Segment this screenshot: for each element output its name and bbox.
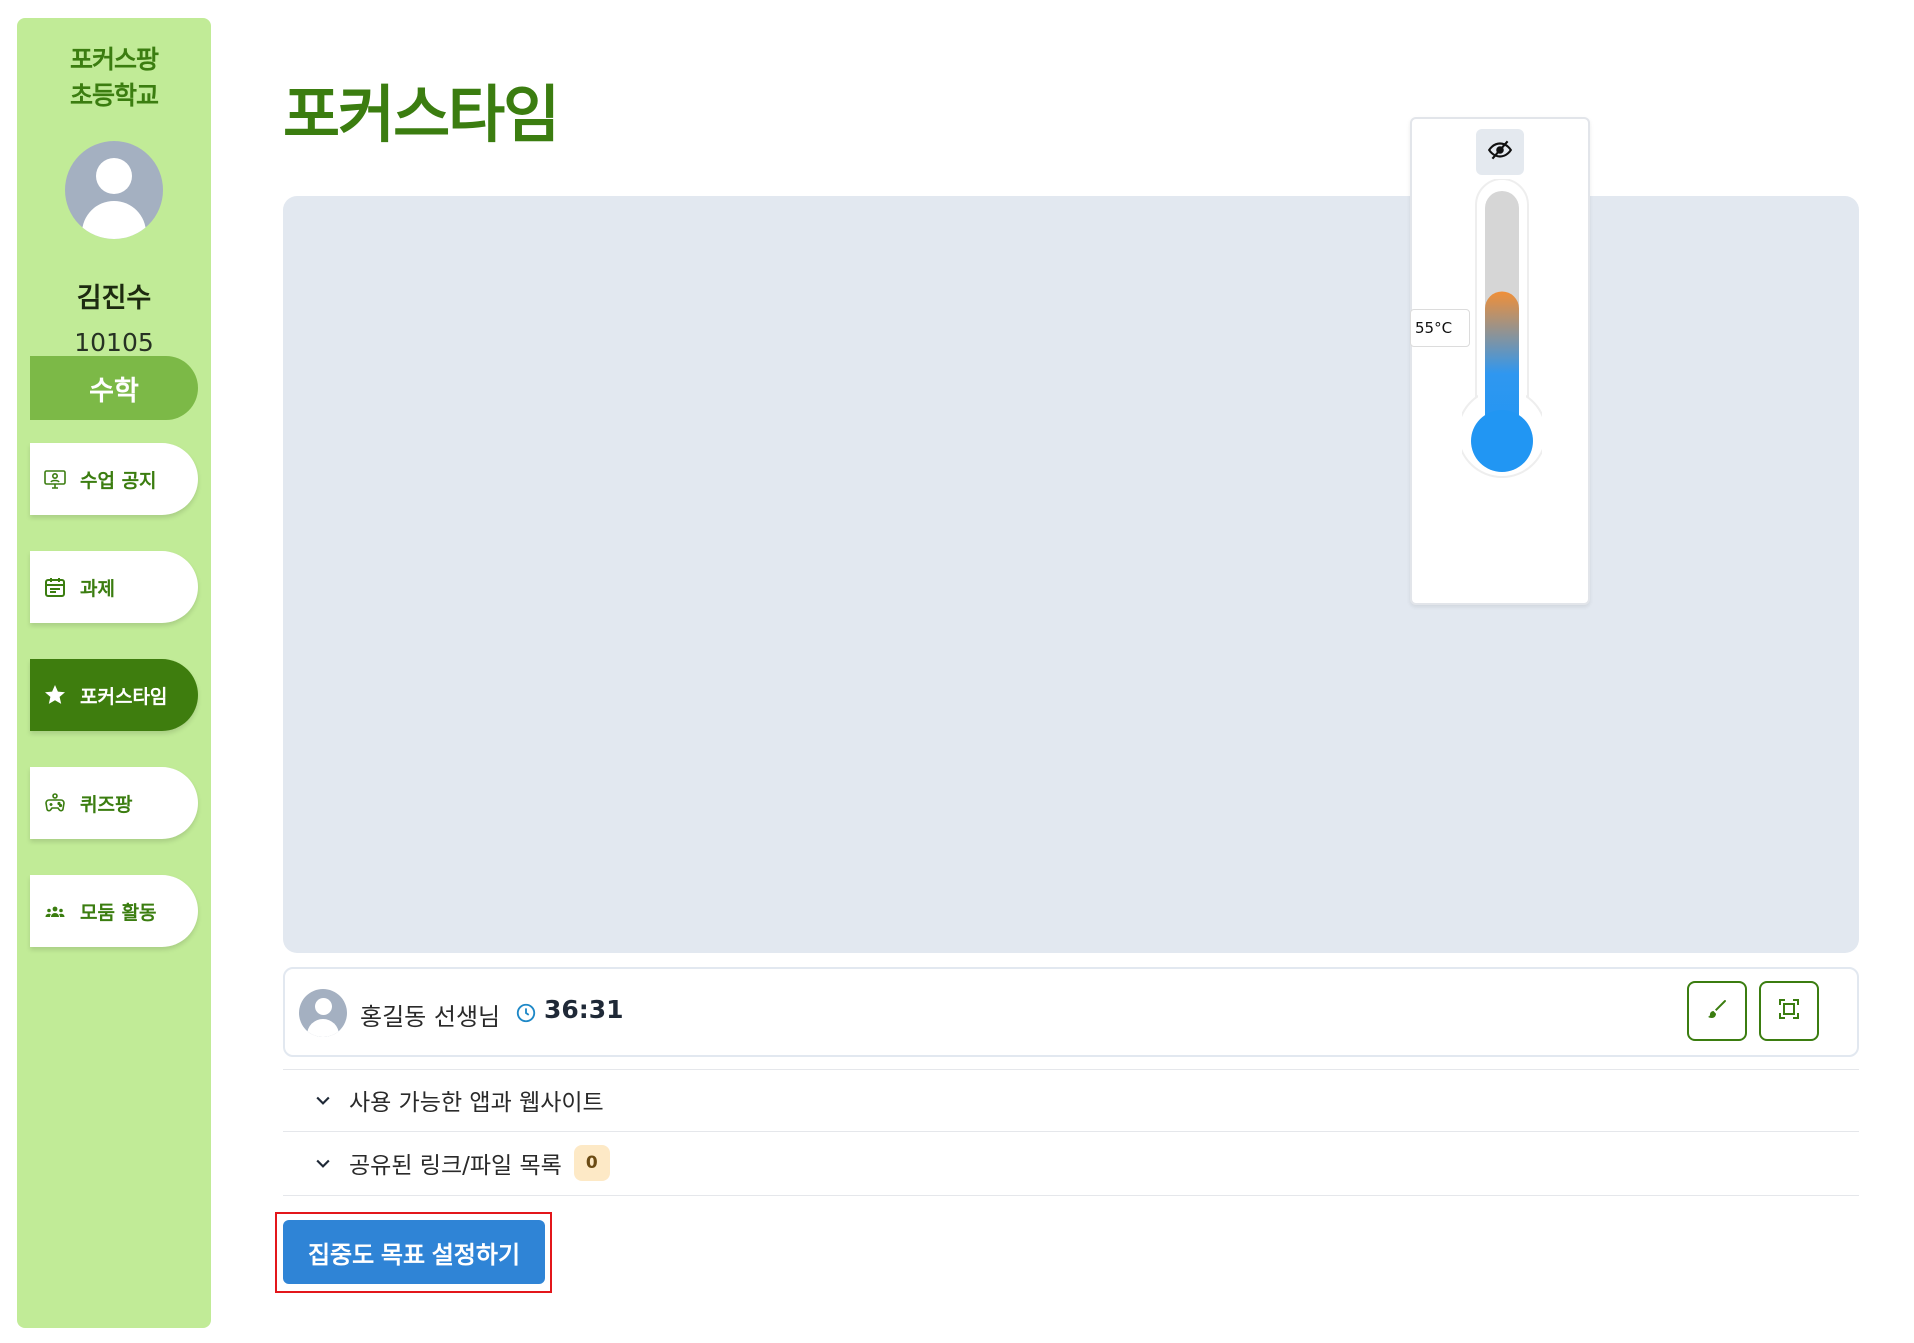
focus-thermometer-card: 55°C	[1410, 117, 1590, 605]
page-title: 포커스타임	[283, 78, 560, 151]
set-focus-goal-button[interactable]: 집중도 목표 설정하기	[283, 1220, 545, 1284]
star-icon	[42, 682, 68, 708]
sidebar-item-quiz[interactable]: 퀴즈팡	[30, 767, 198, 839]
student-avatar	[65, 141, 163, 239]
sidebar-item-label: 모둠 활동	[80, 901, 157, 924]
sidebar: 포커스팡 초등학교 김진수 10105 수학 수업 공지 과제 포커스타임 퀴즈…	[17, 18, 211, 1328]
fullscreen-icon	[1777, 997, 1801, 1025]
shared-links-count-badge: 0	[573, 1145, 610, 1181]
school-name-line2: 초등학교	[69, 81, 159, 110]
sidebar-item-label: 과제	[80, 577, 115, 600]
clock-icon	[515, 1002, 537, 1024]
teacher-info-bar: 홍길동 선생님 36:31	[283, 967, 1859, 1057]
fullscreen-button[interactable]	[1759, 981, 1819, 1041]
sidebar-item-label: 포커스타임	[80, 685, 168, 708]
draw-button[interactable]	[1687, 981, 1747, 1041]
school-name: 포커스팡 초등학교	[17, 42, 211, 114]
school-name-line1: 포커스팡	[69, 45, 159, 74]
screen-share-area	[283, 196, 1859, 953]
sidebar-item-focustime[interactable]: 포커스타임	[30, 659, 198, 731]
divider	[283, 1131, 1859, 1132]
subject-badge: 수학	[30, 356, 198, 420]
student-id: 10105	[74, 328, 154, 357]
allowed-apps-label: 사용 가능한 앱과 웹사이트	[349, 1090, 604, 1116]
sidebar-item-label: 수업 공지	[80, 469, 157, 492]
teacher-avatar	[299, 989, 347, 1037]
shared-links-toggle[interactable]: 공유된 링크/파일 목록 0	[283, 1133, 1859, 1193]
brush-icon	[1705, 997, 1729, 1025]
session-timer: 36:31	[544, 995, 624, 1024]
chevron-down-icon	[313, 1153, 333, 1173]
calendar-icon	[42, 574, 68, 600]
shared-links-label: 공유된 링크/파일 목록	[349, 1153, 562, 1179]
gamepad-icon	[42, 790, 68, 816]
student-name: 김진수	[76, 283, 152, 314]
temperature-label: 55°C	[1410, 309, 1470, 347]
thermometer-gauge	[1462, 179, 1542, 478]
sidebar-item-label: 퀴즈팡	[80, 793, 133, 816]
divider	[283, 1195, 1859, 1196]
eye-off-icon	[1487, 137, 1513, 167]
sidebar-item-notice[interactable]: 수업 공지	[30, 443, 198, 515]
monitor-person-icon	[42, 466, 68, 492]
teacher-name: 홍길동 선생님	[360, 1003, 501, 1031]
hide-thermometer-button[interactable]	[1476, 129, 1524, 175]
allowed-apps-toggle[interactable]: 사용 가능한 앱과 웹사이트	[283, 1070, 1859, 1130]
sidebar-item-assignment[interactable]: 과제	[30, 551, 198, 623]
sidebar-item-group[interactable]: 모둠 활동	[30, 875, 198, 947]
chevron-down-icon	[313, 1090, 333, 1110]
group-icon	[42, 898, 68, 924]
